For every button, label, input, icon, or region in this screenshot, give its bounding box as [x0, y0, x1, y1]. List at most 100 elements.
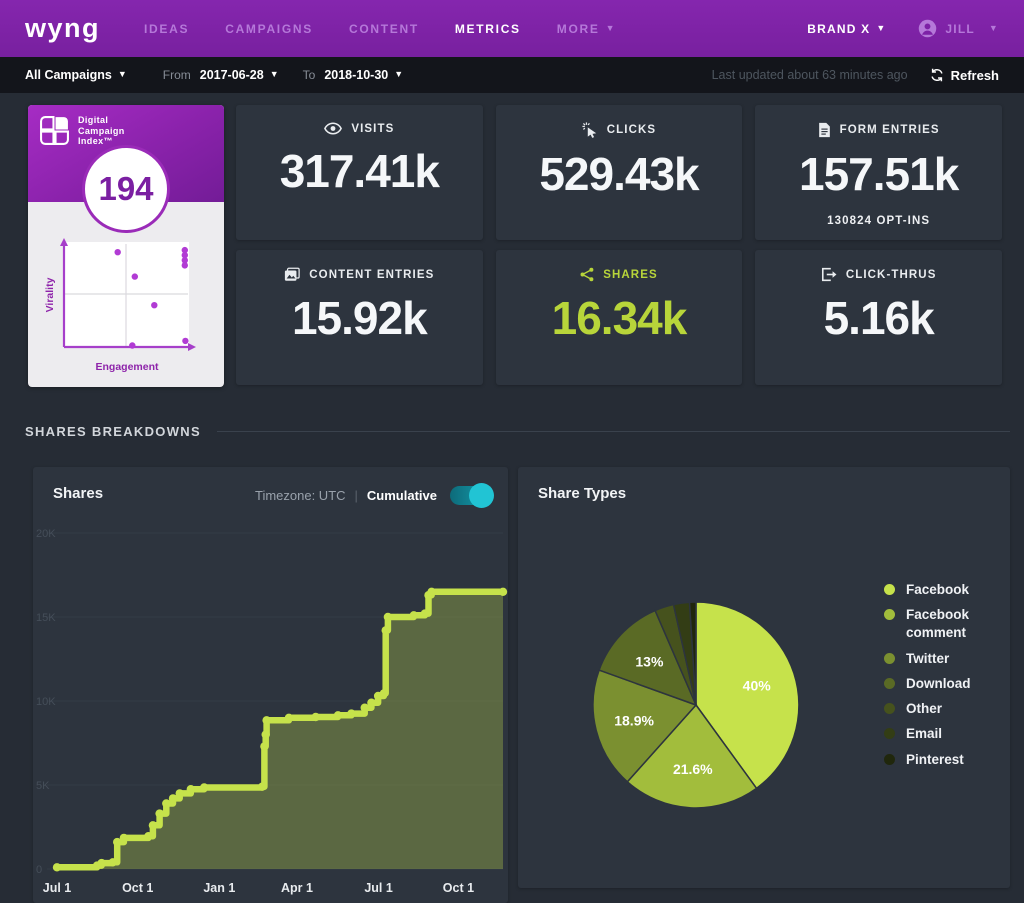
nav-item-campaigns[interactable]: CAMPAIGNS [225, 22, 313, 36]
tile-visits: VISITS 317.41k [236, 105, 483, 240]
svg-text:Apr 1: Apr 1 [281, 881, 313, 895]
tile-value: 317.41k [280, 144, 439, 198]
nav-right: BRAND X▼ JILL ▼ [807, 19, 999, 38]
chevron-down-icon: ▼ [394, 69, 403, 79]
svg-text:20K: 20K [36, 528, 56, 540]
dci-x-axis-label: Engagement [95, 361, 159, 373]
shares-chart-card: Shares Timezone: UTC | Cumulative 0 5K 10K… [33, 467, 508, 903]
dci-scatter-point [115, 249, 121, 255]
dci-card: Digital Campaign Index™ 194 Virality Eng… [28, 105, 224, 387]
chevron-down-icon: ▼ [606, 23, 617, 33]
dci-scatter-point [182, 338, 188, 344]
legend-item-facebook-comment: Facebook comment [884, 606, 1010, 642]
section-title: SHARES BREAKDOWNS [25, 424, 201, 439]
from-date-picker[interactable]: 2017-06-28▼ [200, 68, 279, 82]
cumulative-label: Cumulative [367, 488, 437, 503]
shares-line-chart[interactable]: 05K10K15K20KJul 1Oct 1Jan 1Apr 1Jul 1Oct… [33, 517, 508, 901]
legend-label: Facebook [906, 581, 969, 599]
tile-label: CLICK-THRUS [846, 269, 937, 281]
last-updated-text: Last updated about 63 minutes ago [712, 68, 908, 82]
tile-content-entries: CONTENT ENTRIES 15.92k [236, 250, 483, 385]
nav-item-more-label: MORE [557, 22, 600, 36]
tile-value: 157.51k [799, 147, 958, 201]
brand-selector[interactable]: BRAND X▼ [807, 22, 886, 36]
dci-y-axis-label: Virality [44, 277, 56, 312]
svg-text:0: 0 [36, 864, 42, 876]
dci-score-badge: 194 [82, 145, 170, 233]
svg-text:40%: 40% [743, 677, 772, 693]
tile-form-entries: FORM ENTRIES 157.51k 130824 OPT-INS [755, 105, 1002, 240]
shares-controls: Timezone: UTC | Cumulative [255, 486, 492, 505]
user-name: JILL [945, 22, 974, 36]
nav-item-more[interactable]: MORE ▼ [557, 22, 616, 36]
dci-score-value: 194 [98, 170, 153, 208]
refresh-button[interactable]: Refresh [930, 68, 999, 83]
tile-value: 16.34k [552, 291, 687, 345]
nav-item-ideas[interactable]: IDEAS [144, 22, 189, 36]
dci-scatter-point [151, 302, 157, 308]
controls-divider: | [355, 488, 358, 503]
main-nav: IDEAS CAMPAIGNS CONTENT METRICS MORE ▼ [144, 22, 616, 36]
legend-item-download: Download [884, 675, 1010, 693]
legend-swatch [884, 609, 895, 620]
campaign-selector-label: All Campaigns [25, 68, 112, 82]
svg-text:Jul 1: Jul 1 [43, 881, 72, 895]
from-label: From [163, 68, 191, 82]
cumulative-toggle[interactable] [450, 486, 492, 505]
to-date-picker[interactable]: 2018-10-30 ▼ [324, 68, 403, 82]
tile-label: SHARES [603, 269, 658, 281]
wyng-logo[interactable]: wyng [25, 13, 100, 44]
dci-scatter-point [129, 342, 135, 348]
dci-scatter-chart: Virality Engagement [44, 236, 206, 376]
legend-label: Twitter [906, 650, 949, 668]
svg-text:5K: 5K [36, 780, 50, 792]
exit-arrow-icon [821, 267, 837, 282]
tile-label: VISITS [351, 123, 394, 135]
main-content: Digital Campaign Index™ 194 Virality Eng… [0, 93, 1024, 903]
filter-bar-right: Last updated about 63 minutes ago Refres… [712, 68, 999, 83]
refresh-icon [930, 68, 944, 82]
refresh-label: Refresh [951, 68, 999, 83]
from-date-value: 2017-06-28 [200, 68, 264, 82]
dci-scatter-point [182, 262, 188, 268]
legend-swatch [884, 584, 895, 595]
share-types-pie-chart[interactable]: 40% 21.6% 18.9% 13% [580, 589, 812, 821]
nav-item-metrics[interactable]: METRICS [455, 22, 521, 36]
shares-chart-title: Shares [53, 485, 103, 502]
tile-label: CLICKS [607, 124, 656, 136]
user-avatar-icon [918, 19, 937, 38]
dci-title: Digital Campaign Index™ [78, 115, 125, 147]
shares-area-fill [57, 592, 503, 869]
legend-label: Download [906, 675, 971, 693]
legend-swatch [884, 703, 895, 714]
filter-bar: All Campaigns▼ From 2017-06-28▼ To 2018-… [0, 57, 1024, 93]
opt-ins-subtext: 130824 OPT-INS [755, 215, 1002, 227]
campaign-selector[interactable]: All Campaigns▼ [25, 68, 127, 82]
chevron-down-icon: ▼ [876, 23, 886, 33]
legend-label: Other [906, 700, 942, 718]
metric-tiles: VISITS 317.41k CLICKS 529.43k FORM ENTRI… [236, 105, 1002, 385]
top-nav: wyng IDEAS CAMPAIGNS CONTENT METRICS MOR… [0, 0, 1024, 57]
pie-legend: Facebook Facebook comment Twitter Download O… [884, 581, 1010, 776]
svg-text:13%: 13% [635, 653, 664, 669]
svg-text:Jan 1: Jan 1 [203, 881, 235, 895]
legend-label: Facebook comment [906, 606, 1010, 642]
dci-grid-icon [39, 115, 70, 151]
tile-label: FORM ENTRIES [840, 124, 940, 136]
chevron-down-icon: ▼ [989, 23, 999, 33]
svg-text:10K: 10K [36, 696, 56, 708]
share-types-title: Share Types [538, 485, 626, 502]
nav-item-content[interactable]: CONTENT [349, 22, 419, 36]
share-types-card: Share Types 40%21.6%18.9%13% FacebookFac… [518, 467, 1010, 888]
legend-item-pinterest: Pinterest [884, 751, 1010, 769]
svg-text:Oct 1: Oct 1 [122, 881, 153, 895]
svg-text:21.6%: 21.6% [673, 761, 713, 777]
user-menu[interactable]: JILL ▼ [918, 19, 999, 38]
svg-text:18.9%: 18.9% [614, 713, 654, 729]
photo-stack-icon [284, 267, 300, 282]
to-date-value: 2018-10-30 [324, 68, 388, 82]
document-icon [818, 122, 831, 138]
tile-clicks: CLICKS 529.43k [496, 105, 743, 240]
shares-breakdowns-section: SHARES BREAKDOWNS [25, 424, 1010, 439]
legend-label: Pinterest [906, 751, 964, 769]
